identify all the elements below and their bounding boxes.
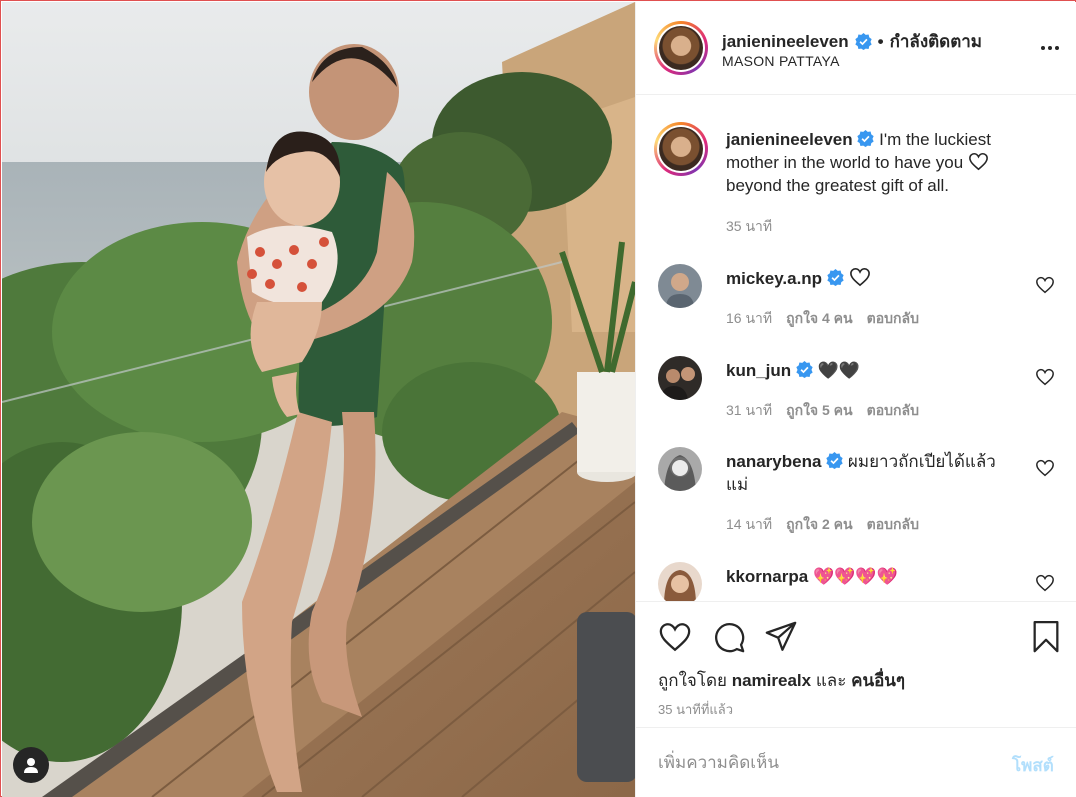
comment-body: 🖤🖤: [817, 361, 860, 380]
verified-badge-icon: [857, 130, 875, 147]
photo-illustration: [2, 2, 635, 797]
follow-separator: •: [877, 31, 884, 51]
comment-text: kkornarpa 💖💖💖💖: [726, 565, 1016, 588]
commenter-avatar[interactable]: [658, 562, 702, 601]
post-side-panel: janienineeleven • กำลังติดตาม MASON PATT…: [635, 2, 1076, 797]
author-username[interactable]: janienineeleven: [722, 32, 849, 52]
white-heart-emoji-icon: [969, 152, 988, 171]
white-heart-emoji-icon: [849, 267, 870, 287]
liked-by-and: และ: [815, 671, 847, 690]
tagged-users-button[interactable]: [13, 747, 49, 783]
commenter-avatar[interactable]: [658, 356, 702, 400]
post-comment-button[interactable]: โพสต์: [1012, 752, 1054, 779]
more-horizontal-icon: [1041, 46, 1045, 50]
verified-badge-icon: [796, 361, 813, 378]
comments-list[interactable]: janienineeleven I'm the luckiest mother …: [636, 96, 1076, 602]
caption-username[interactable]: janienineeleven: [726, 130, 853, 149]
comment-likes[interactable]: ถูกใจ 5 คน: [786, 400, 853, 422]
comment-username[interactable]: nanarybena: [726, 452, 821, 471]
post-actions: ถูกใจโดย namirealx และ คนอื่นๆ 35 นาทีที…: [636, 603, 1076, 728]
verified-badge-icon: [826, 452, 843, 469]
post-timestamp[interactable]: 35 นาทีที่แล้ว: [658, 699, 733, 720]
verified-badge-icon: [854, 33, 872, 50]
comment-icon[interactable]: [712, 620, 746, 654]
comment-text: nanarybena ผมยาวถักเปียได้แล้วแม่: [726, 450, 1016, 496]
comment-likes[interactable]: ถูกใจ 2 คน: [786, 514, 853, 536]
location-link[interactable]: MASON PATTAYA: [722, 53, 840, 69]
comment-username[interactable]: kkornarpa: [726, 567, 808, 586]
post-header: janienineeleven • กำลังติดตาม MASON PATT…: [636, 2, 1076, 95]
caption-author-avatar[interactable]: [654, 122, 708, 176]
commenter-avatar[interactable]: [658, 264, 702, 308]
comment-reply-button[interactable]: ตอบกลับ: [867, 400, 919, 422]
share-icon[interactable]: [764, 620, 798, 654]
comment-reply-button[interactable]: ตอบกลับ: [867, 308, 919, 330]
liked-by-prefix: ถูกใจโดย: [658, 671, 727, 690]
heart-icon[interactable]: [1035, 276, 1055, 294]
liked-by-text: ถูกใจโดย namirealx และ คนอื่นๆ: [658, 667, 905, 694]
verified-badge-icon: [827, 269, 844, 286]
more-options-button[interactable]: [1036, 36, 1064, 60]
comment-username[interactable]: kun_jun: [726, 361, 791, 380]
bookmark-icon[interactable]: [1029, 620, 1063, 654]
comment-likes[interactable]: ถูกใจ 4 คน: [786, 308, 853, 330]
add-comment-form: โพสต์: [636, 728, 1076, 797]
comment-meta: 16 นาที ถูกใจ 4 คน ตอบกลับ: [726, 308, 919, 330]
heart-icon[interactable]: [1035, 574, 1055, 592]
post-photo[interactable]: [2, 2, 635, 797]
author-avatar[interactable]: [654, 21, 708, 75]
heart-icon[interactable]: [1035, 459, 1055, 477]
user-icon: [24, 758, 38, 773]
liked-by-others[interactable]: คนอื่นๆ: [851, 671, 905, 690]
comment-time: 16 นาที: [726, 310, 773, 326]
following-button[interactable]: กำลังติดตาม: [890, 28, 982, 55]
caption-timestamp: 35 นาที: [726, 218, 773, 234]
heart-icon[interactable]: [1035, 368, 1055, 386]
comment-meta: 14 นาที ถูกใจ 2 คน ตอบกลับ: [726, 514, 919, 536]
comment-reply-button[interactable]: ตอบกลับ: [867, 514, 919, 536]
commenter-avatar[interactable]: [658, 447, 702, 491]
author-name-row: janienineeleven • กำลังติดตาม: [722, 28, 982, 55]
liked-by-user[interactable]: namirealx: [732, 671, 811, 690]
add-comment-input[interactable]: [658, 750, 988, 776]
comment-time: 14 นาที: [726, 516, 773, 532]
comment-text: kun_jun 🖤🖤: [726, 359, 1016, 382]
comment-text: mickey.a.np: [726, 267, 1016, 290]
comment-body: 💖💖💖💖: [812, 567, 898, 586]
comment-username[interactable]: mickey.a.np: [726, 269, 822, 288]
caption-body-line2: beyond the greatest gift of all.: [726, 176, 950, 195]
heart-icon[interactable]: [658, 620, 692, 654]
caption-text: janienineeleven I'm the luckiest mother …: [726, 128, 1036, 197]
comment-meta: 31 นาที ถูกใจ 5 คน ตอบกลับ: [726, 400, 919, 422]
comment-time: 31 นาที: [726, 402, 773, 418]
post-dialog: janienineeleven • กำลังติดตาม MASON PATT…: [0, 0, 1076, 797]
